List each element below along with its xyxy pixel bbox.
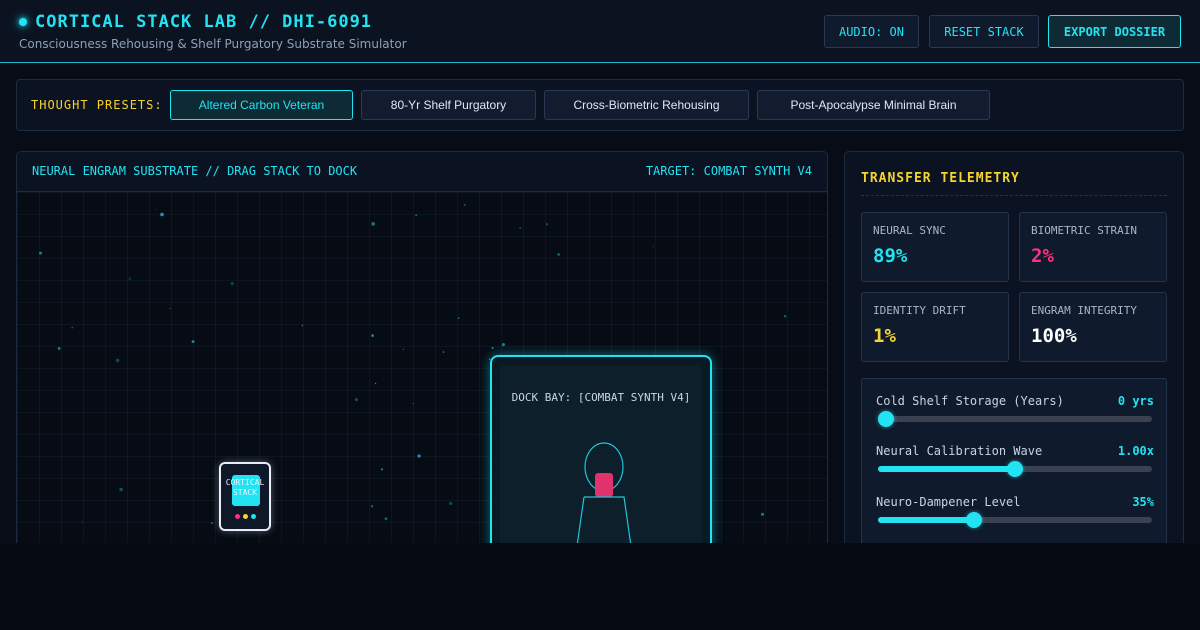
engram-particle	[760, 512, 765, 516]
metric-neural-sync: NEURAL SYNC 89%	[861, 212, 1009, 282]
audio-toggle-button[interactable]: AUDIO: ON	[824, 15, 919, 48]
engram-particle	[115, 358, 120, 363]
metric-label: IDENTITY DRIFT	[873, 304, 966, 317]
engram-particle	[545, 223, 549, 226]
slider-label: Cold Shelf Storage (Years)	[876, 394, 1064, 408]
engram-particle	[301, 324, 304, 327]
engram-particle	[210, 521, 214, 525]
slider-track[interactable]	[878, 461, 1152, 477]
metric-value: 2%	[1031, 245, 1054, 267]
engram-particle	[442, 351, 445, 353]
substrate-title: NEURAL ENGRAM SUBSTRATE // DRAG STACK TO…	[32, 164, 358, 178]
slider-fill	[878, 517, 974, 523]
engram-particle	[417, 454, 421, 458]
status-indicator-icon	[19, 18, 27, 26]
preset-altered-carbon-veteran[interactable]: Altered Carbon Veteran	[170, 90, 353, 120]
engram-particle	[501, 343, 505, 347]
slider-cold-shelf-storage: Cold Shelf Storage (Years) 0 yrs	[876, 394, 1154, 438]
engram-particle	[384, 517, 388, 521]
dock-bay[interactable]: DOCK BAY: [COMBAT SYNTH V4]	[490, 355, 712, 543]
engram-particle	[82, 521, 84, 523]
thought-presets-bar: THOUGHT PRESETS: Altered Carbon Veteran …	[16, 79, 1184, 131]
transfer-telemetry-panel: TRANSFER TELEMETRY NEURAL SYNC 89% BIOME…	[844, 151, 1184, 543]
slider-track[interactable]	[878, 512, 1152, 528]
engram-particle	[370, 505, 374, 508]
engram-particle	[371, 222, 376, 226]
slider-label: Neural Calibration Wave	[876, 444, 1043, 458]
transfer-controls: Cold Shelf Storage (Years) 0 yrs Neural …	[861, 378, 1167, 543]
telemetry-title: TRANSFER TELEMETRY	[861, 171, 1020, 186]
dock-bay-label: DOCK BAY: [COMBAT SYNTH V4]	[511, 391, 691, 404]
slider-label: Neuro-Dampener Level	[876, 495, 1021, 509]
presets-label: THOUGHT PRESETS:	[31, 98, 163, 112]
preset-cross-biometric-rehousing[interactable]: Cross-Biometric Rehousing	[544, 90, 749, 120]
slider-neural-calibration-wave: Neural Calibration Wave 1.00x	[876, 444, 1154, 488]
metric-label: NEURAL SYNC	[873, 224, 946, 237]
slider-value: 1.00x	[1117, 444, 1154, 458]
dock-bay-inner: DOCK BAY: [COMBAT SYNTH V4]	[500, 365, 702, 543]
engram-particle	[169, 307, 171, 310]
engram-particle	[39, 251, 42, 255]
engram-particle	[128, 277, 131, 280]
engram-particle	[783, 315, 787, 318]
metric-value: 89%	[873, 245, 908, 267]
telemetry-divider	[861, 195, 1167, 196]
substrate-canvas[interactable]: CORTICAL STACK DOCK BAY: [COMBAT SYNTH V4…	[17, 192, 827, 543]
engram-particle	[155, 209, 157, 211]
synth-sleeve-icon	[576, 442, 632, 543]
reset-stack-button[interactable]: RESET STACK	[929, 15, 1039, 48]
engram-particle	[381, 468, 384, 471]
slider-value: 0 yrs	[1117, 394, 1154, 408]
engram-particle	[412, 402, 415, 405]
metric-engram-integrity: ENGRAM INTEGRITY 100%	[1019, 292, 1167, 362]
metric-identity-drift: IDENTITY DRIFT 1%	[861, 292, 1009, 362]
app-root: CORTICAL STACK LAB // DHI-6091 Conscious…	[0, 0, 1200, 543]
engram-particle	[415, 214, 418, 217]
stack-label: CORTICAL STACK	[225, 478, 265, 497]
engram-particle	[354, 398, 358, 402]
engram-particle	[491, 347, 494, 349]
engram-particle	[57, 347, 61, 350]
stack-dot-cyan	[250, 514, 256, 519]
header: CORTICAL STACK LAB // DHI-6091 Conscious…	[0, 0, 1200, 63]
slider-fill	[878, 466, 1015, 472]
slider-track[interactable]	[878, 411, 1152, 427]
metric-value: 1%	[873, 325, 896, 347]
slider-value: 35%	[1132, 495, 1154, 509]
slider-thumb[interactable]	[965, 512, 982, 528]
engram-particle	[652, 245, 655, 248]
engram-particle	[371, 334, 374, 337]
slider-thumb[interactable]	[878, 411, 894, 427]
stack-dot-yellow	[242, 514, 248, 519]
engram-particle	[160, 212, 164, 217]
engram-particle	[557, 253, 560, 256]
substrate-target: TARGET: COMBAT SYNTH V4	[645, 164, 812, 178]
cortical-stack-draggable[interactable]: CORTICAL STACK	[219, 462, 271, 531]
engram-particle	[191, 340, 195, 344]
slider-neuro-dampener-level: Neuro-Dampener Level 35%	[876, 495, 1154, 539]
stack-status-dots	[221, 514, 269, 519]
engram-particle	[230, 282, 234, 286]
engram-particle	[449, 501, 453, 506]
metric-value: 100%	[1031, 325, 1077, 347]
preset-shelf-purgatory[interactable]: 80-Yr Shelf Purgatory	[361, 90, 536, 120]
export-dossier-button[interactable]: EXPORT DOSSIER	[1048, 15, 1181, 48]
neural-substrate-panel: NEURAL ENGRAM SUBSTRATE // DRAG STACK TO…	[16, 151, 828, 543]
slider-thumb[interactable]	[1007, 461, 1023, 477]
engram-particle	[119, 487, 123, 492]
engram-particle	[374, 382, 377, 385]
stack-dot-red	[234, 514, 240, 519]
metric-biometric-strain: BIOMETRIC STRAIN 2%	[1019, 212, 1167, 282]
engram-particle	[402, 348, 404, 350]
preset-post-apocalypse-minimal-brain[interactable]: Post-Apocalypse Minimal Brain	[757, 90, 990, 120]
substrate-header: NEURAL ENGRAM SUBSTRATE // DRAG STACK TO…	[17, 152, 827, 192]
engram-particle	[457, 317, 460, 319]
app-title: CORTICAL STACK LAB // DHI-6091	[35, 12, 373, 32]
engram-particle	[519, 226, 522, 230]
engram-particle	[71, 326, 74, 329]
metric-label: ENGRAM INTEGRITY	[1031, 304, 1137, 317]
app-subtitle: Consciousness Rehousing & Shelf Purgator…	[19, 37, 407, 51]
metric-label: BIOMETRIC STRAIN	[1031, 224, 1137, 237]
engram-particle	[463, 203, 466, 206]
